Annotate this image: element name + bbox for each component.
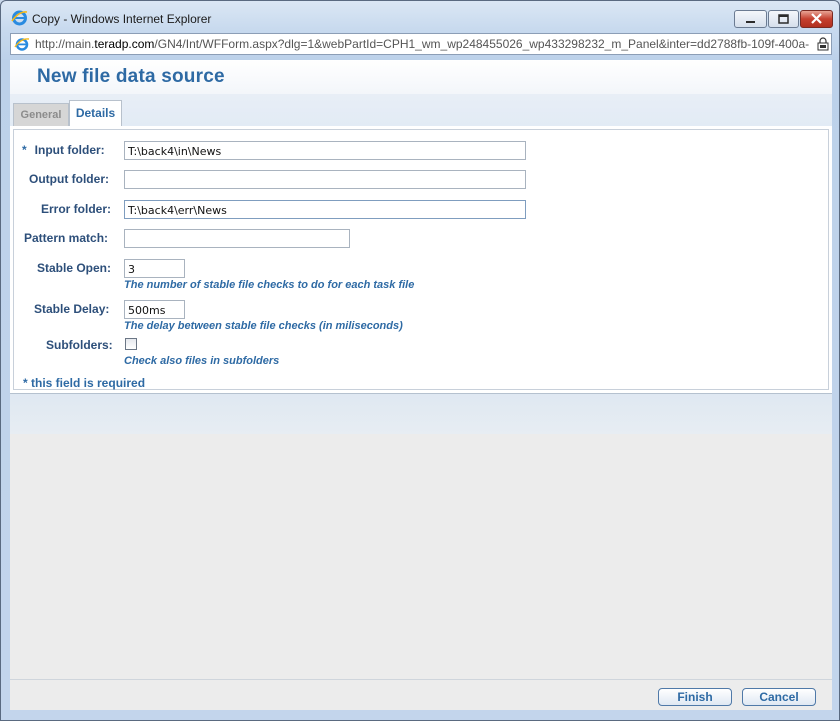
subfolders-hint: Check also files in subfolders xyxy=(124,355,280,367)
subfolders-checkbox[interactable] xyxy=(125,338,137,350)
pattern-match-label: Pattern match: xyxy=(24,231,109,245)
cancel-button[interactable]: Cancel xyxy=(742,688,816,706)
input-folder-label: * Input folder: xyxy=(22,143,105,157)
minimize-icon xyxy=(735,11,766,27)
footer-divider xyxy=(10,679,832,680)
ie-page-icon xyxy=(14,38,30,51)
required-note: * this field is required xyxy=(23,376,146,390)
stable-delay-label: Stable Delay: xyxy=(34,302,110,316)
maximize-button[interactable] xyxy=(768,10,799,28)
details-panel: * Input folder: T:\back4\in\News Output f… xyxy=(10,126,832,394)
close-icon xyxy=(801,11,832,27)
error-folder-label: Error folder: xyxy=(41,202,112,216)
minimize-button[interactable] xyxy=(734,10,767,28)
stable-delay-hint: The delay between stable file checks (in… xyxy=(124,320,403,332)
page-content: New file data source General Details * In… xyxy=(10,60,832,710)
tab-general[interactable]: General xyxy=(13,103,69,126)
url-rest: /GN4/Int/WFForm.aspx?dlg=1&webPartId=CPH… xyxy=(154,37,809,51)
address-bar[interactable]: http://main.teradp.com/GN4/Int/WFForm.as… xyxy=(10,33,832,55)
browser-window: Copy - Windows Internet Explorer http://… xyxy=(0,0,840,721)
stable-open-field[interactable]: 3 xyxy=(124,259,185,278)
input-folder-field[interactable]: T:\back4\in\News xyxy=(124,141,526,160)
url-host: teradp.com xyxy=(94,37,155,51)
pattern-match-field[interactable] xyxy=(124,229,350,248)
url-prefix: http://main. xyxy=(35,37,95,51)
ie-logo-icon xyxy=(11,10,28,26)
title-bar[interactable]: Copy - Windows Internet Explorer xyxy=(1,1,839,35)
stable-delay-field[interactable]: 500ms xyxy=(124,300,185,319)
stable-open-label: Stable Open: xyxy=(37,261,112,275)
finish-button[interactable]: Finish xyxy=(658,688,732,706)
input-folder-label-text: Input folder: xyxy=(34,143,105,157)
panel-footer-band xyxy=(10,394,832,434)
output-folder-label: Output folder: xyxy=(29,172,109,186)
lock-icon[interactable] xyxy=(817,37,829,51)
dialog-header: New file data source xyxy=(10,60,832,94)
subfolders-label: Subfolders: xyxy=(46,338,113,352)
window-title: Copy - Windows Internet Explorer xyxy=(32,12,212,26)
details-form: * Input folder: T:\back4\in\News Output f… xyxy=(13,129,829,390)
tab-bar: General Details xyxy=(10,94,832,127)
url-text[interactable]: http://main.teradp.com/GN4/Int/WFForm.as… xyxy=(35,37,809,53)
output-folder-field[interactable] xyxy=(124,170,526,189)
tab-details[interactable]: Details xyxy=(69,100,122,126)
page-title: New file data source xyxy=(37,66,225,87)
required-mark: * xyxy=(22,143,27,157)
stable-open-hint: The number of stable file checks to do f… xyxy=(124,279,415,291)
close-button[interactable] xyxy=(800,10,833,28)
maximize-icon xyxy=(769,11,798,27)
error-folder-field[interactable]: T:\back4\err\News xyxy=(124,200,526,219)
